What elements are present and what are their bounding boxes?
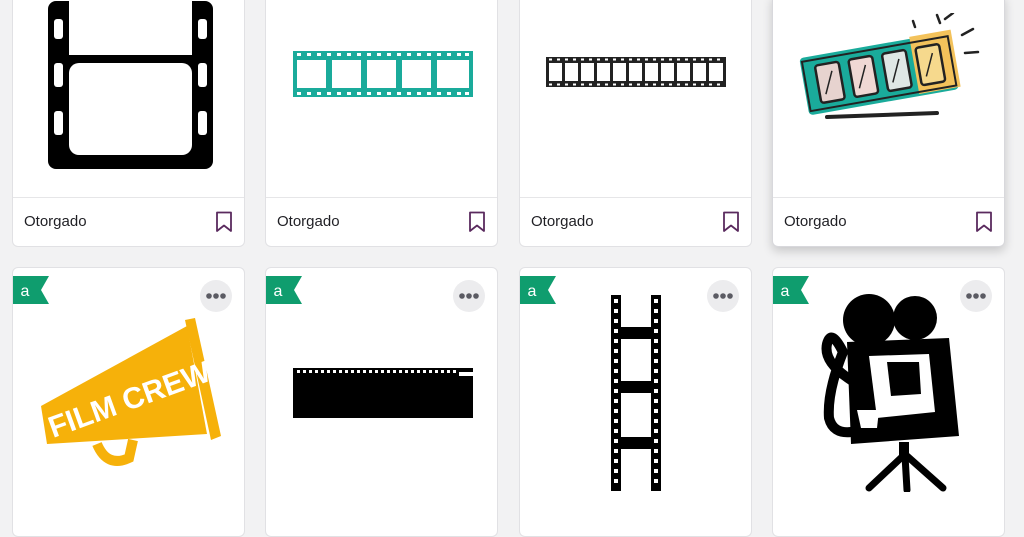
asset-card[interactable]: a <box>772 267 1005 537</box>
asset-card[interactable]: a <box>265 267 498 537</box>
badge-letter: a <box>274 283 283 300</box>
teal-film-strip-icon <box>293 51 473 97</box>
asset-card[interactable]: a <box>519 267 752 537</box>
asset-thumbnail[interactable] <box>13 0 244 197</box>
asset-card[interactable]: Otorgado <box>772 0 1005 247</box>
premium-badge-icon: a <box>520 276 556 310</box>
license-label: Otorgado <box>531 213 594 230</box>
colorful-film-strip-icon <box>799 13 980 119</box>
more-options-button[interactable] <box>200 280 232 312</box>
asset-thumbnail[interactable] <box>520 0 751 197</box>
megaphone-icon: FILM CREW <box>41 318 221 466</box>
license-label: Otorgado <box>784 213 847 230</box>
thin-film-strip-icon <box>546 57 726 87</box>
asset-thumbnail[interactable] <box>266 0 497 197</box>
card-footer: Otorgado <box>266 197 497 246</box>
asset-thumbnail[interactable] <box>773 0 1004 197</box>
film-strip-icon <box>48 1 213 169</box>
premium-badge-icon: a <box>13 276 49 310</box>
premium-badge-icon: a <box>266 276 302 310</box>
more-options-button[interactable] <box>707 280 739 312</box>
badge-letter: a <box>528 283 537 300</box>
asset-card[interactable]: Otorgado <box>519 0 752 247</box>
card-footer: Otorgado <box>13 197 244 246</box>
more-options-button[interactable] <box>453 280 485 312</box>
card-footer: Otorgado <box>520 197 751 246</box>
asset-card[interactable]: Otorgado <box>265 0 498 247</box>
bookmark-icon[interactable] <box>468 211 486 233</box>
badge-letter: a <box>21 283 30 300</box>
bookmark-icon[interactable] <box>215 211 233 233</box>
asset-card[interactable]: FILM CREW a <box>12 267 245 537</box>
bookmark-icon[interactable] <box>975 211 993 233</box>
badge-letter: a <box>781 283 790 300</box>
card-footer: Otorgado <box>773 197 1004 246</box>
vertical-film-strip-icon <box>611 295 661 491</box>
black-film-strip-icon <box>293 368 473 418</box>
asset-card[interactable]: Otorgado <box>12 0 245 247</box>
license-label: Otorgado <box>277 213 340 230</box>
bookmark-icon[interactable] <box>722 211 740 233</box>
more-dots-icon <box>206 293 226 299</box>
more-dots-icon <box>713 293 733 299</box>
more-dots-icon <box>966 293 986 299</box>
more-options-button[interactable] <box>960 280 992 312</box>
license-label: Otorgado <box>24 213 87 230</box>
more-dots-icon <box>459 293 479 299</box>
film-camera-icon <box>821 294 959 492</box>
premium-badge-icon: a <box>773 276 809 310</box>
